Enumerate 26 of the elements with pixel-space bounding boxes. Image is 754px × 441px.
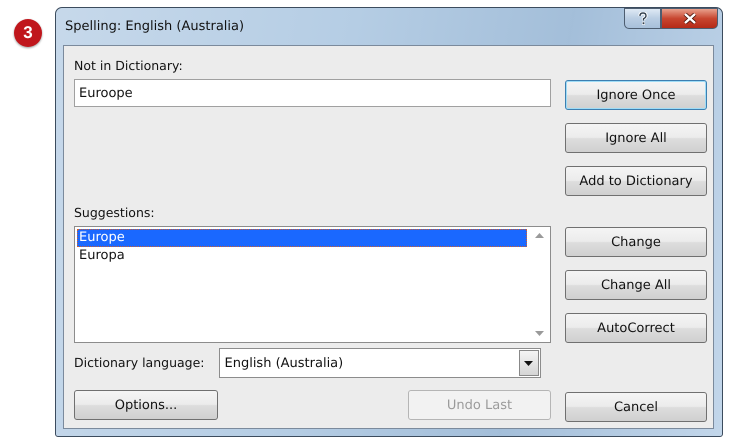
dropdown-button[interactable] [518,350,538,376]
dialog-button[interactable]: Add to Dictionary [565,166,707,196]
help-button[interactable] [624,8,661,29]
dialog-button[interactable]: Change All [565,270,707,300]
dialog-button[interactable]: AutoCorrect [565,313,707,343]
scroll-down-icon [534,331,544,336]
scroll-up-icon [534,233,544,238]
dialog-button[interactable]: Change [565,227,707,257]
suggestions-list[interactable]: Europe Europa [74,226,551,343]
language-dropdown[interactable]: English (Australia) [218,348,540,378]
field-label: Dictionary language: [74,354,204,372]
field-label: Not in Dictionary: [74,57,184,75]
help-icon [638,12,648,25]
step-badge: 3 [14,19,42,47]
dialog-button[interactable]: Ignore Once [565,80,707,110]
list-item[interactable]: Europe [77,229,527,247]
input-field[interactable]: Euroope [74,79,551,107]
close-icon [682,13,696,24]
caret-icon [524,360,533,366]
dialog-button[interactable]: Ignore All [565,123,707,153]
list-label: Suggestions: [74,204,156,222]
dialog-button[interactable]: Options... [74,390,218,420]
dialog-button[interactable]: Cancel [565,392,707,422]
close-button[interactable] [661,8,718,29]
list-item[interactable]: Europa [77,247,527,265]
window-title: Spelling: English (Australia) [65,19,244,34]
